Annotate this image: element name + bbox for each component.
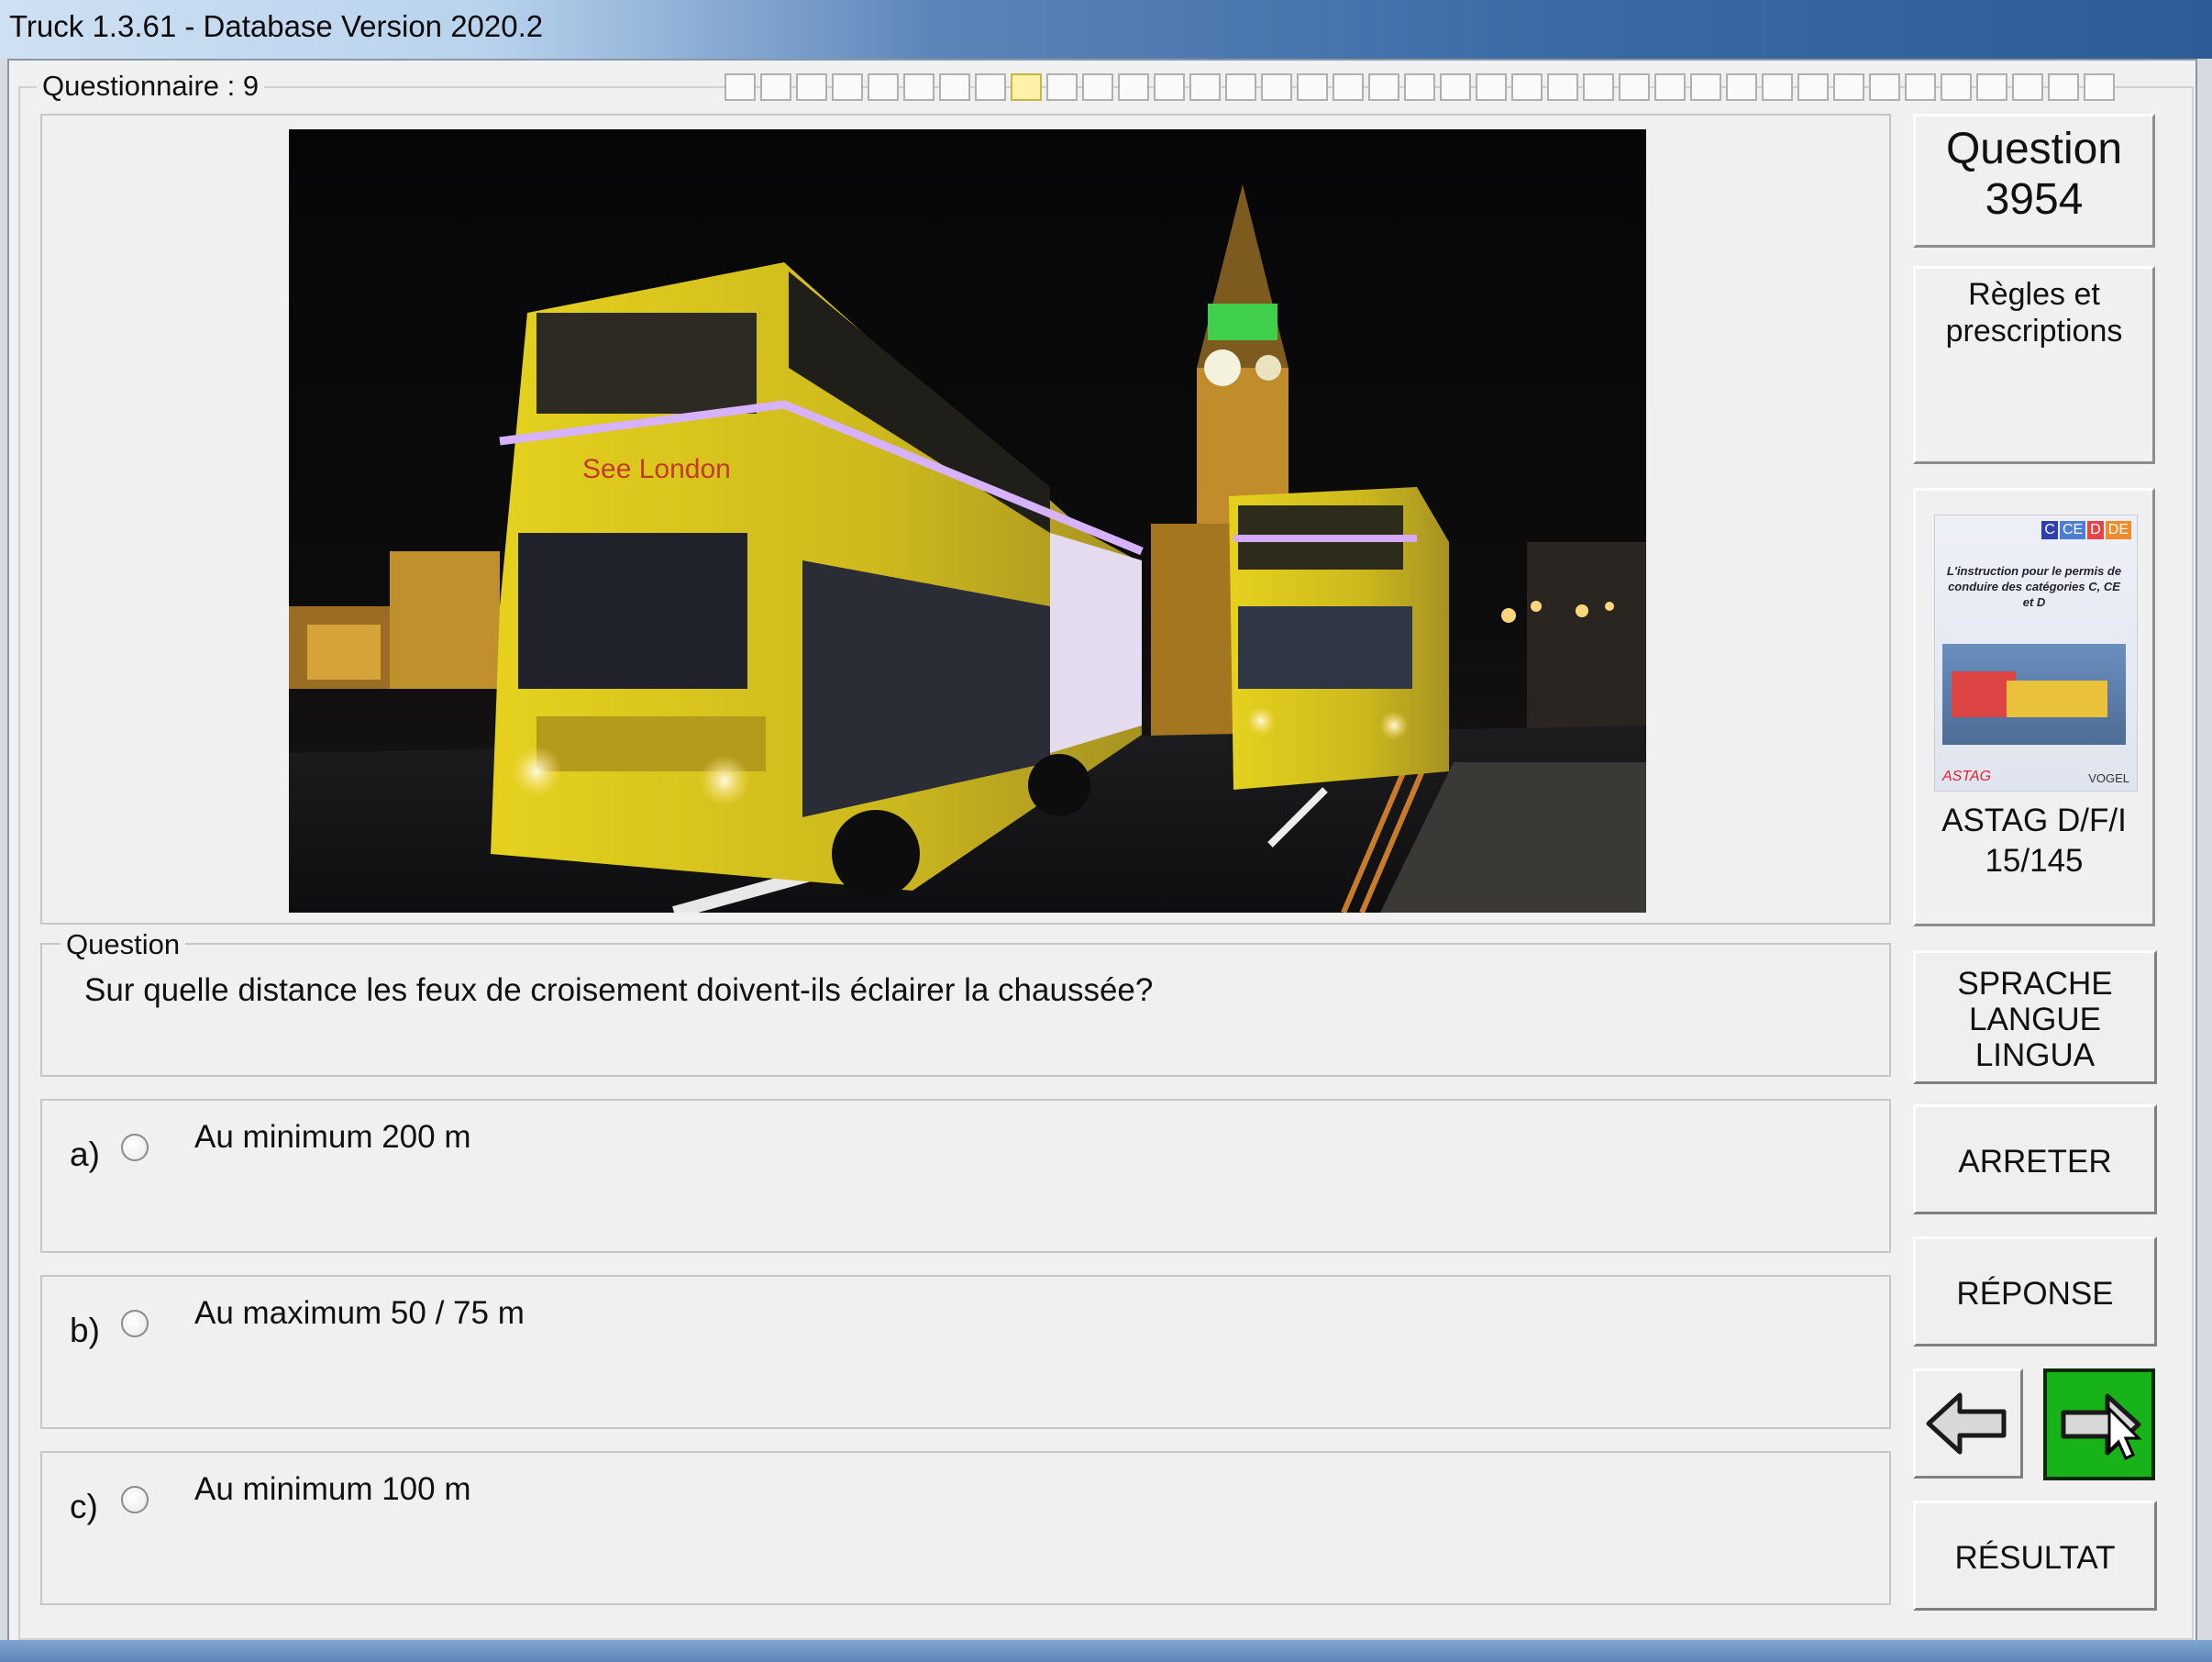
book-caption-line2: 15/145 — [1985, 843, 2084, 879]
progress-cell — [1547, 73, 1578, 101]
progress-cell — [903, 73, 935, 101]
question-number-label: Question — [1945, 125, 2123, 173]
book-cover-truck-image — [1942, 644, 2126, 745]
arrow-left-icon — [1926, 1392, 2007, 1455]
progress-cell — [1476, 73, 1507, 101]
progress-cell — [1511, 73, 1543, 101]
progress-cell — [832, 73, 863, 101]
progress-cell — [1762, 73, 1793, 101]
badge-c: C — [2041, 521, 2058, 539]
progress-cell — [1046, 73, 1078, 101]
badge-d: D — [2087, 521, 2104, 539]
next-button[interactable] — [2043, 1368, 2155, 1480]
title-bar: Truck 1.3.61 - Database Version 2020.2 — [0, 0, 2212, 59]
window-title: Truck 1.3.61 - Database Version 2020.2 — [9, 9, 544, 43]
category-line2: prescriptions — [1945, 314, 2123, 349]
progress-cell — [1404, 73, 1435, 101]
progress-cell — [1189, 73, 1221, 101]
question-number-panel: Question 3954 — [1913, 114, 2155, 248]
question-box — [40, 943, 1891, 1077]
book-cover-badges: C CE D DE — [2041, 521, 2131, 539]
answer-option-c[interactable]: c) Au minimum 100 m — [40, 1451, 1891, 1605]
progress-cell — [2012, 73, 2043, 101]
progress-cell — [1833, 73, 1864, 101]
questionnaire-label: Questionnaire : 9 — [37, 70, 265, 103]
category-line1: Règles et — [1968, 277, 2100, 312]
question-legend: Question — [61, 928, 186, 961]
progress-cell — [1726, 73, 1757, 101]
progress-cell — [1297, 73, 1328, 101]
question-text: Sur quelle distance les feux de croiseme… — [84, 972, 1154, 1008]
reference-book-panel: C CE D DE L'instruction pour le permis d… — [1913, 488, 2155, 926]
stop-button[interactable]: ARRETER — [1913, 1104, 2157, 1214]
progress-cell — [1619, 73, 1650, 101]
progress-cell — [1690, 73, 1721, 101]
badge-de: DE — [2105, 521, 2131, 539]
book-caption-line1: ASTAG D/F/I — [1941, 803, 2127, 838]
progress-cell — [1011, 73, 1042, 101]
progress-cell — [1154, 73, 1185, 101]
progress-cell — [1583, 73, 1614, 101]
progress-cell — [724, 73, 756, 101]
answer-option-b[interactable]: b) Au maximum 50 / 75 m — [40, 1275, 1891, 1429]
answer-radio-c[interactable] — [121, 1486, 149, 1513]
arrow-right-icon — [2061, 1393, 2142, 1461]
progress-cell — [2048, 73, 2079, 101]
answer-letter: b) — [70, 1312, 100, 1349]
progress-cell — [868, 73, 899, 101]
language-button[interactable]: SPRACHE LANGUE LINGUA — [1913, 950, 2157, 1084]
progress-cell — [1082, 73, 1113, 101]
result-button[interactable]: RÉSULTAT — [1913, 1501, 2157, 1611]
progress-cell — [1440, 73, 1471, 101]
progress-cell — [1333, 73, 1364, 101]
progress-cell — [760, 73, 791, 101]
progress-cell — [1869, 73, 1900, 101]
far-bus — [1229, 487, 1449, 790]
progress-cell — [1941, 73, 1972, 101]
answer-letter: a) — [70, 1136, 100, 1173]
answer-text[interactable]: Au maximum 50 / 75 m — [194, 1295, 525, 1332]
progress-cell — [1797, 73, 1829, 101]
answer-letter: c) — [70, 1488, 98, 1525]
question-number-value: 3954 — [1985, 175, 2084, 224]
progress-cell — [1118, 73, 1149, 101]
answer-text[interactable]: Au minimum 200 m — [194, 1119, 470, 1156]
progress-cell — [1654, 73, 1686, 101]
progress-cell — [1368, 73, 1399, 101]
progress-cell — [2084, 73, 2115, 101]
progress-cell — [1225, 73, 1256, 101]
progress-cell — [939, 73, 970, 101]
progress-cell — [975, 73, 1006, 101]
question-photo: See London — [289, 129, 1646, 913]
progress-cell — [1905, 73, 1936, 101]
progress-cell — [1261, 73, 1292, 101]
answer-button[interactable]: RÉPONSE — [1913, 1236, 2157, 1346]
book-cover-title: L'instruction pour le permis de conduire… — [1946, 564, 2122, 609]
previous-button[interactable] — [1913, 1368, 2023, 1479]
book-cover-image: C CE D DE L'instruction pour le permis d… — [1934, 515, 2138, 792]
progress-cell — [796, 73, 827, 101]
answer-option-a[interactable]: a) Au minimum 200 m — [40, 1099, 1891, 1253]
badge-ce: CE — [2059, 521, 2086, 539]
progress-indicator — [724, 73, 2119, 101]
language-label-fr: LANGUE — [1969, 1002, 2101, 1037]
language-label-it: LINGUA — [1974, 1037, 2096, 1073]
answer-text[interactable]: Au minimum 100 m — [194, 1471, 470, 1508]
answer-radio-b[interactable] — [121, 1310, 149, 1337]
bus-logo-text: See London — [582, 454, 731, 484]
book-cover-left-logo: ASTAG — [1942, 769, 1992, 784]
window-bottom-border — [0, 1640, 2212, 1662]
language-label-de: SPRACHE — [1957, 966, 2113, 1002]
book-cover-right-logo: VOGEL — [2088, 771, 2129, 785]
category-panel: Règles et prescriptions — [1913, 266, 2155, 464]
progress-cell — [1976, 73, 2007, 101]
answer-radio-a[interactable] — [121, 1134, 149, 1161]
